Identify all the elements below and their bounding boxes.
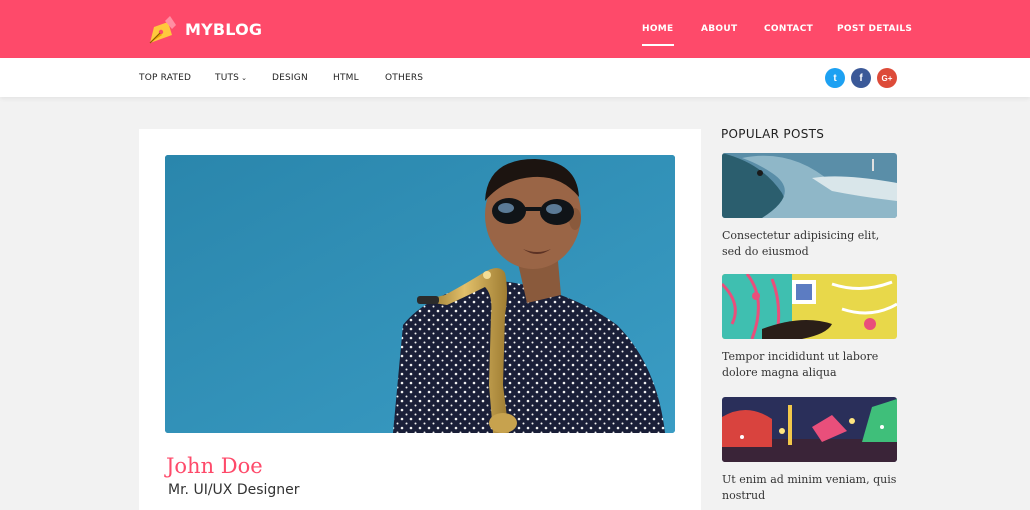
author-card: John Doe Mr. UI/UX Designer	[139, 129, 701, 510]
category-tuts[interactable]: TUTS ⌄	[215, 73, 247, 83]
main-nav: HOME ABOUT CONTACT POST DETAILS	[0, 0, 1030, 58]
nav-contact[interactable]: CONTACT	[764, 24, 813, 34]
post-thumbnail	[722, 397, 897, 462]
author-photo	[165, 155, 675, 433]
top-navbar: MYBLOG HOME ABOUT CONTACT POST DETAILS	[0, 0, 1030, 58]
post-title: Ut enim ad minim veniam, quis nostrud	[722, 473, 897, 502]
category-bar: TOP RATED TUTS ⌄ DESIGN HTML OTHERS t f G…	[0, 58, 1030, 97]
facebook-icon[interactable]: f	[851, 68, 871, 88]
post-title: Tempor incididunt ut labore dolore magna…	[722, 350, 879, 379]
chevron-down-icon: ⌄	[241, 74, 248, 82]
category-design[interactable]: DESIGN	[272, 73, 308, 83]
author-role: Mr. UI/UX Designer	[168, 482, 300, 498]
post-title: Consectetur adipisicing elit, sed do eiu…	[722, 229, 880, 258]
category-top-rated[interactable]: TOP RATED	[139, 73, 191, 83]
category-others[interactable]: OTHERS	[385, 73, 423, 83]
nav-post-details[interactable]: POST DETAILS	[837, 24, 912, 34]
popular-posts-title: POPULAR POSTS	[721, 127, 825, 141]
popular-post[interactable]: Ut enim ad minim veniam, quis nostrud	[722, 397, 897, 503]
nav-home[interactable]: HOME	[642, 24, 674, 46]
nav-about[interactable]: ABOUT	[701, 24, 737, 34]
category-html[interactable]: HTML	[333, 73, 359, 83]
post-thumbnail	[722, 274, 897, 339]
author-name: John Doe	[166, 454, 263, 478]
category-tuts-label: TUTS	[215, 73, 240, 83]
post-thumbnail	[722, 153, 897, 218]
popular-post[interactable]: Tempor incididunt ut labore dolore magna…	[722, 274, 897, 380]
twitter-icon[interactable]: t	[825, 68, 845, 88]
popular-post[interactable]: Consectetur adipisicing elit, sed do eiu…	[722, 153, 897, 259]
google-plus-icon[interactable]: G+	[877, 68, 897, 88]
